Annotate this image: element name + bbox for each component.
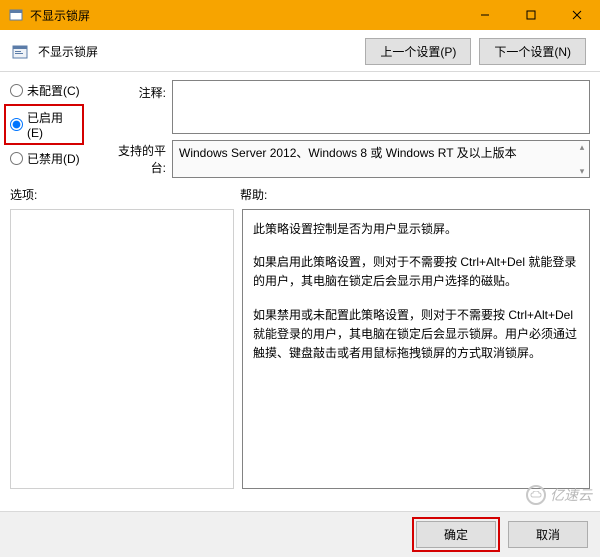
supported-box: Windows Server 2012、Windows 8 或 Windows … [172,140,590,178]
comment-textarea[interactable] [172,80,590,134]
config-area: 未配置(C) 已启用(E) 已禁用(D) 注释: 支持的平台: Windows … [0,72,600,182]
close-button[interactable] [554,0,600,30]
maximize-button[interactable] [508,0,554,30]
radio-enabled-label: 已启用(E) [27,109,78,140]
supported-text: Windows Server 2012、Windows 8 或 Windows … [179,146,517,160]
comment-label: 注释: [108,80,166,101]
supported-scrollbar[interactable]: ▴ ▾ [575,141,589,177]
radio-disabled-input[interactable] [10,152,23,165]
highlight-enabled: 已启用(E) [4,104,84,145]
next-setting-button[interactable]: 下一个设置(N) [479,38,586,65]
radio-enabled[interactable]: 已启用(E) [10,109,78,140]
window-title: 不显示锁屏 [30,7,90,24]
supported-label: 支持的平台: [108,140,166,176]
radio-not-configured-input[interactable] [10,84,23,97]
radio-enabled-input[interactable] [10,118,23,131]
help-p2: 如果启用此策略设置，则对于不需要按 Ctrl+Alt+Del 就能登录的用户，其… [253,253,579,291]
policy-title-icon [8,7,24,23]
watermark: 亿速云 [526,485,592,505]
help-pane: 此策略设置控制是否为用户显示锁屏。 如果启用此策略设置，则对于不需要按 Ctrl… [242,209,590,489]
policy-icon [10,42,30,62]
watermark-text: 亿速云 [550,485,592,505]
minimize-button[interactable] [462,0,508,30]
scroll-up-icon[interactable]: ▴ [575,141,589,153]
radio-disabled[interactable]: 已禁用(D) [10,150,98,167]
help-label: 帮助: [240,186,267,203]
options-label: 选项: [10,186,240,203]
highlight-ok: 确定 [412,517,500,552]
radio-not-configured[interactable]: 未配置(C) [10,82,98,99]
cancel-button[interactable]: 取消 [508,521,588,548]
ok-button[interactable]: 确定 [416,521,496,548]
options-pane [10,209,234,489]
bottom-bar: 确定 取消 [0,511,600,557]
cloud-icon [526,485,546,505]
mid-labels: 选项: 帮助: [0,182,600,205]
header-row: 不显示锁屏 上一个设置(P) 下一个设置(N) [0,30,600,71]
help-p1: 此策略设置控制是否为用户显示锁屏。 [253,220,579,239]
scroll-down-icon[interactable]: ▾ [575,165,589,177]
radio-disabled-label: 已禁用(D) [27,150,80,167]
prev-setting-button[interactable]: 上一个设置(P) [365,38,471,65]
titlebar: 不显示锁屏 [0,0,600,30]
lower-panes: 此策略设置控制是否为用户显示锁屏。 如果启用此策略设置，则对于不需要按 Ctrl… [0,205,600,489]
state-radios: 未配置(C) 已启用(E) 已禁用(D) [10,80,98,178]
policy-title: 不显示锁屏 [38,43,98,60]
help-p3: 如果禁用或未配置此策略设置，则对于不需要按 Ctrl+Alt+Del 就能登录的… [253,306,579,364]
window-controls [462,0,600,30]
radio-not-configured-label: 未配置(C) [27,82,80,99]
